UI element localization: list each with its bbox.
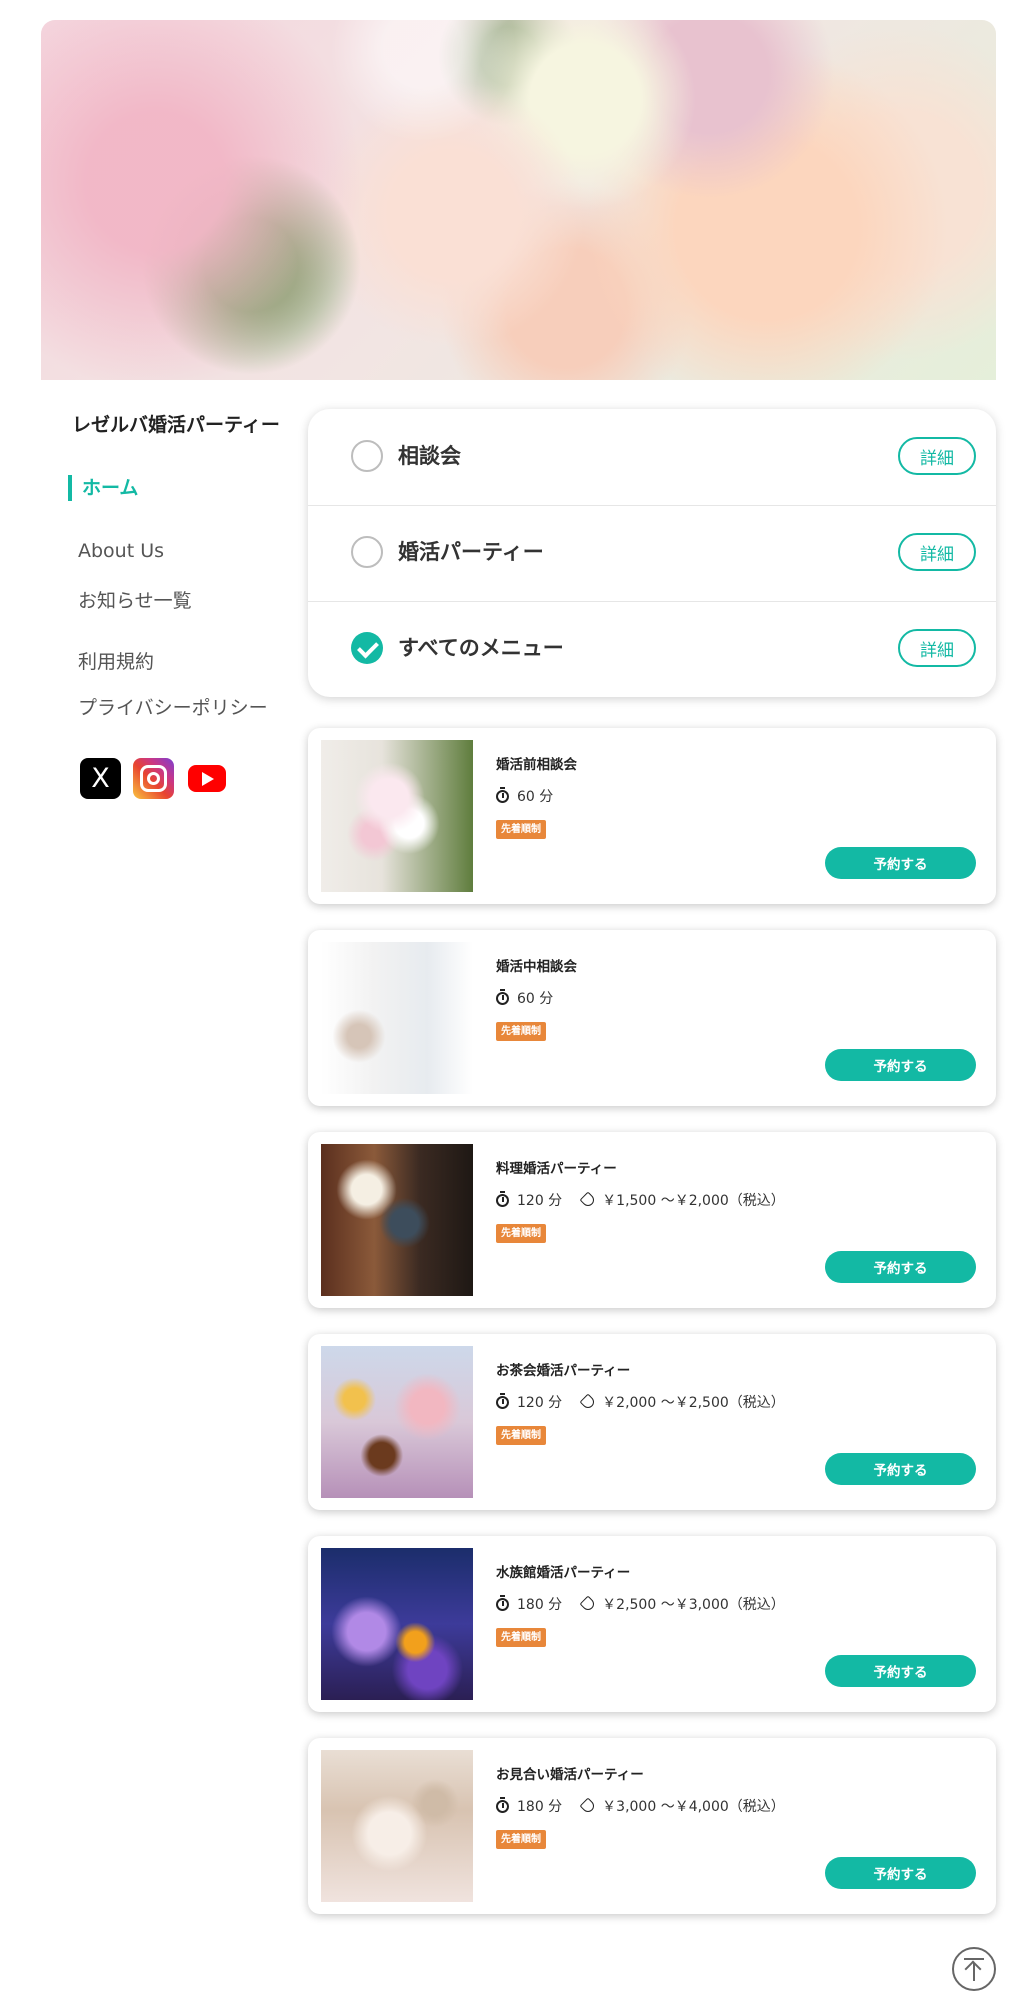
first-come-badge: 先着順制 (496, 1022, 546, 1041)
detail-button[interactable]: 詳細 (898, 437, 976, 475)
menu-title[interactable]: お茶会婚活パーティー (496, 1359, 630, 1379)
first-come-badge: 先着順制 (496, 1830, 546, 1849)
filter-label: 相談会 (398, 444, 461, 468)
first-come-badge: 先着順制 (496, 820, 546, 839)
reserve-button[interactable]: 予約する (825, 1857, 976, 1889)
sidebar-item-about[interactable]: About Us (78, 540, 164, 562)
reserve-button[interactable]: 予約する (825, 847, 976, 879)
menu-price: ￥3,000 〜￥4,000（税込） (602, 1799, 785, 1815)
price-tag-icon (579, 1797, 597, 1815)
price-tag-icon (579, 1393, 597, 1411)
bouquet-photo (321, 740, 473, 892)
menu-duration: 180 分 (517, 1799, 563, 1815)
menu-meta: 120 分 ￥2,000 〜￥2,500（税込） (496, 1392, 785, 1412)
social-links: X (80, 758, 227, 799)
menu-title[interactable]: 水族館婚活パーティー (496, 1561, 630, 1581)
arrow-up-icon (964, 1960, 982, 1978)
filter-row-all[interactable]: すべてのメニュー 詳細 (308, 601, 996, 697)
menu-title[interactable]: 料理婚活パーティー (496, 1157, 617, 1177)
menu-meta: 120 分 ￥1,500 〜￥2,000（税込） (496, 1190, 785, 1210)
sidebar-item-privacy[interactable]: プライバシーポリシー (78, 693, 268, 720)
menu-card[interactable]: 婚活前相談会 60 分先着順制予約する (308, 728, 996, 904)
youtube-icon[interactable] (186, 758, 227, 799)
menu-card[interactable]: お茶会婚活パーティー 120 分 ￥2,000 〜￥2,500（税込） 先着順制予約す… (308, 1334, 996, 1510)
menu-duration: 120 分 (517, 1395, 563, 1411)
menu-title[interactable]: お見合い婚活パーティー (496, 1763, 644, 1783)
menu-price: ￥2,000 〜￥2,500（税込） (602, 1395, 785, 1411)
radio-party[interactable] (351, 536, 383, 568)
sidebar-item-home[interactable]: ホーム (68, 475, 138, 501)
menu-duration: 60 分 (517, 991, 554, 1007)
site-title[interactable]: レゼルバ婚活パーティー (72, 410, 280, 437)
timer-icon (496, 988, 509, 1005)
reserve-button[interactable]: 予約する (825, 1453, 976, 1485)
menu-card[interactable]: 水族館婚活パーティー 180 分 ￥2,500 〜￥3,000（税込） 先着順制予約す… (308, 1536, 996, 1712)
aquarium-photo (321, 1548, 473, 1700)
menu-duration: 180 分 (517, 1597, 563, 1613)
kitchen-photo (321, 1144, 473, 1296)
banquet-photo (321, 1750, 473, 1902)
filter-label: すべてのメニュー (398, 636, 564, 660)
timer-icon (496, 1190, 509, 1207)
timer-icon (496, 786, 509, 803)
radio-consultation[interactable] (351, 440, 383, 472)
tea-photo (321, 1346, 473, 1498)
menu-meta: 180 分 ￥2,500 〜￥3,000（税込） (496, 1594, 785, 1614)
reserve-button[interactable]: 予約する (825, 1049, 976, 1081)
filter-label: 婚活パーティー (398, 540, 544, 564)
first-come-badge: 先着順制 (496, 1628, 546, 1647)
menu-card[interactable]: 料理婚活パーティー 120 分 ￥1,500 〜￥2,000（税込） 先着順制予約する (308, 1132, 996, 1308)
sidebar-item-news[interactable]: お知らせ一覧 (78, 586, 192, 613)
menu-meta: 60 分 (496, 988, 553, 1008)
menu-title[interactable]: 婚活中相談会 (496, 955, 577, 975)
timer-icon (496, 1594, 509, 1611)
first-come-badge: 先着順制 (496, 1224, 546, 1243)
menu-price: ￥2,500 〜￥3,000（税込） (602, 1597, 785, 1613)
timer-icon (496, 1392, 509, 1409)
first-come-badge: 先着順制 (496, 1426, 546, 1445)
menu-duration: 60 分 (517, 789, 554, 805)
price-tag-icon (579, 1595, 597, 1613)
menu-duration: 120 分 (517, 1193, 563, 1209)
menu-price: ￥1,500 〜￥2,000（税込） (602, 1193, 785, 1209)
filter-row-consultation[interactable]: 相談会 詳細 (308, 409, 996, 506)
reserve-button[interactable]: 予約する (825, 1251, 976, 1283)
hero-light-overlay (41, 20, 996, 380)
reserve-button[interactable]: 予約する (825, 1655, 976, 1687)
menu-card[interactable]: 婚活中相談会 60 分先着順制予約する (308, 930, 996, 1106)
x-icon[interactable]: X (80, 758, 121, 799)
menu-filter: 相談会 詳細 婚活パーティー 詳細 すべてのメニュー 詳細 (308, 409, 996, 697)
price-tag-icon (579, 1191, 597, 1209)
detail-button[interactable]: 詳細 (898, 533, 976, 571)
sidebar-item-terms[interactable]: 利用規約 (78, 647, 154, 674)
filter-row-party[interactable]: 婚活パーティー 詳細 (308, 505, 996, 602)
timer-icon (496, 1796, 509, 1813)
back-to-top-button[interactable] (952, 1947, 996, 1991)
counseling-photo (321, 942, 473, 1094)
menu-meta: 60 分 (496, 786, 553, 806)
radio-all-checked[interactable] (351, 632, 383, 664)
menu-meta: 180 分 ￥3,000 〜￥4,000（税込） (496, 1796, 785, 1816)
instagram-icon[interactable] (133, 758, 174, 799)
menu-title[interactable]: 婚活前相談会 (496, 753, 577, 773)
detail-button[interactable]: 詳細 (898, 629, 976, 667)
menu-card[interactable]: お見合い婚活パーティー 180 分 ￥3,000 〜￥4,000（税込） 先着順制予約… (308, 1738, 996, 1914)
